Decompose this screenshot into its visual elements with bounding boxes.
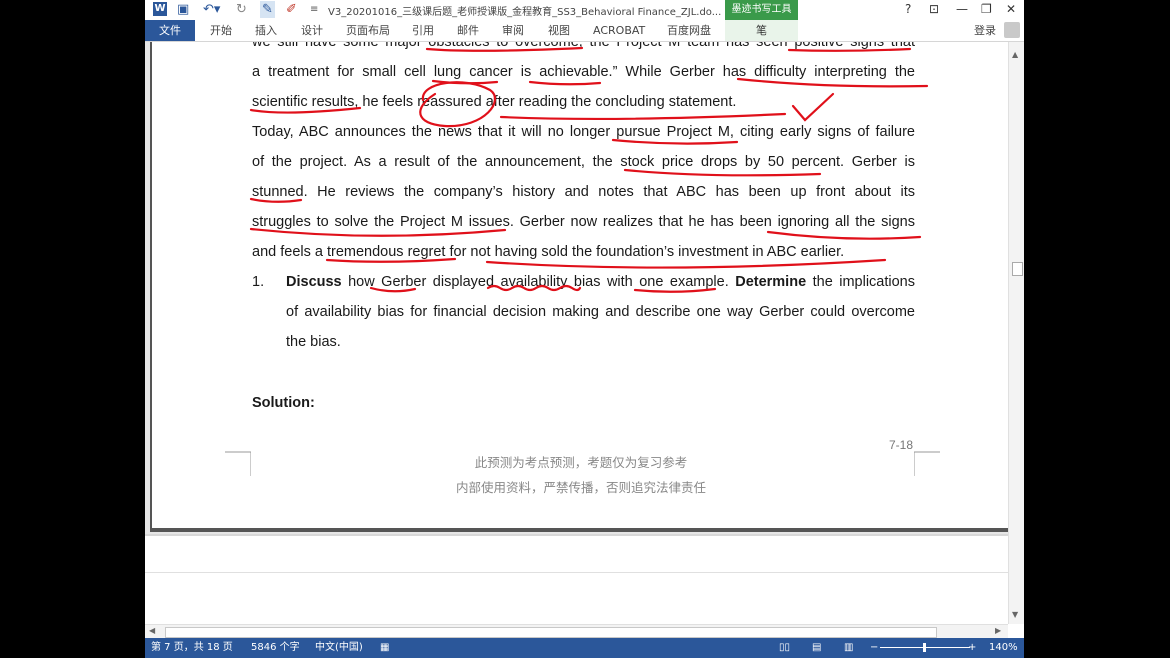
avatar[interactable] [1004, 22, 1020, 38]
tab-home[interactable]: 开始 [210, 20, 232, 41]
scroll-left-icon[interactable]: ◀ [149, 626, 155, 635]
tab-review[interactable]: 审阅 [502, 20, 524, 41]
page-count-status[interactable]: 第 7 页，共 18 页 [151, 638, 233, 658]
tab-design[interactable]: 设计 [301, 20, 323, 41]
document-canvas: we still have some major obstacles to ov… [145, 42, 1008, 624]
tab-pen[interactable]: 笔 [725, 20, 798, 41]
tab-layout[interactable]: 页面布局 [346, 20, 390, 41]
eraser-icon[interactable]: ✐ [286, 1, 297, 18]
zoom-in-icon[interactable]: + [968, 638, 976, 658]
zoom-out-icon[interactable]: − [870, 638, 878, 658]
ink-tools-tab: 墨迹书写工具 [725, 0, 798, 20]
save-icon[interactable]: ▣ [177, 1, 189, 18]
tab-insert[interactable]: 插入 [255, 20, 277, 41]
minimize-icon[interactable]: — [956, 2, 968, 16]
customize-icon[interactable]: ≡ [310, 1, 318, 18]
ribbon-tabs: 文件 开始 插入 设计 页面布局 引用 邮件 审阅 视图 ACROBAT 百度网… [145, 20, 1024, 42]
zoom-level[interactable]: 140% [989, 638, 1018, 658]
tab-view[interactable]: 视图 [548, 20, 570, 41]
tab-mailings[interactable]: 邮件 [457, 20, 479, 41]
vertical-scroll-thumb[interactable] [1012, 262, 1023, 276]
redo-icon[interactable]: ↻ [236, 1, 247, 18]
horizontal-scrollbar[interactable]: ◀ ▶ [145, 624, 1008, 639]
undo-icon[interactable]: ↶▾ [203, 1, 220, 18]
macro-icon[interactable]: ▦ [380, 638, 389, 658]
language-status[interactable]: 中文(中国) [315, 638, 363, 658]
title-bar: W ▣ ↶▾ ↻ ✎ ✐ ≡ V3_20201016_三级课后题_老师授课版_金… [145, 0, 1024, 20]
close-icon[interactable]: ✕ [1006, 2, 1016, 16]
vertical-scrollbar[interactable]: ▲ ▼ [1008, 42, 1024, 624]
tab-references[interactable]: 引用 [412, 20, 434, 41]
restore-icon[interactable]: ❐ [981, 2, 992, 16]
horizontal-scroll-thumb[interactable] [165, 627, 937, 638]
web-layout-icon[interactable]: ▥ [844, 638, 853, 658]
tab-file[interactable]: 文件 [145, 20, 195, 41]
scroll-right-icon[interactable]: ▶ [995, 626, 1001, 635]
word-count-status[interactable]: 5846 个字 [251, 638, 300, 658]
document-title: V3_20201016_三级课后题_老师授课版_金程教育_SS3_Behavio… [328, 7, 722, 18]
status-bar: 第 7 页，共 18 页 5846 个字 中文(中国) ▦ ▯▯ ▤ ▥ − +… [145, 638, 1024, 658]
zoom-slider-thumb[interactable] [923, 643, 926, 652]
pen-icon[interactable]: ✎ [260, 1, 275, 18]
print-layout-icon[interactable]: ▤ [812, 638, 821, 658]
scroll-up-icon[interactable]: ▲ [1012, 50, 1018, 59]
tab-acrobat[interactable]: ACROBAT [593, 20, 645, 41]
scroll-down-icon[interactable]: ▼ [1012, 610, 1018, 619]
help-button[interactable]: ? [905, 2, 911, 16]
tab-baidu-netdisk[interactable]: 百度网盘 [667, 20, 711, 41]
word-logo-icon: W [153, 2, 167, 16]
login-link[interactable]: 登录 [974, 20, 996, 41]
ribbon-display-icon[interactable]: ⊡ [929, 2, 939, 16]
word-window: W ▣ ↶▾ ↻ ✎ ✐ ≡ V3_20201016_三级课后题_老师授课版_金… [145, 0, 1024, 658]
ink-annotations [249, 46, 929, 293]
read-mode-icon[interactable]: ▯▯ [779, 638, 790, 658]
